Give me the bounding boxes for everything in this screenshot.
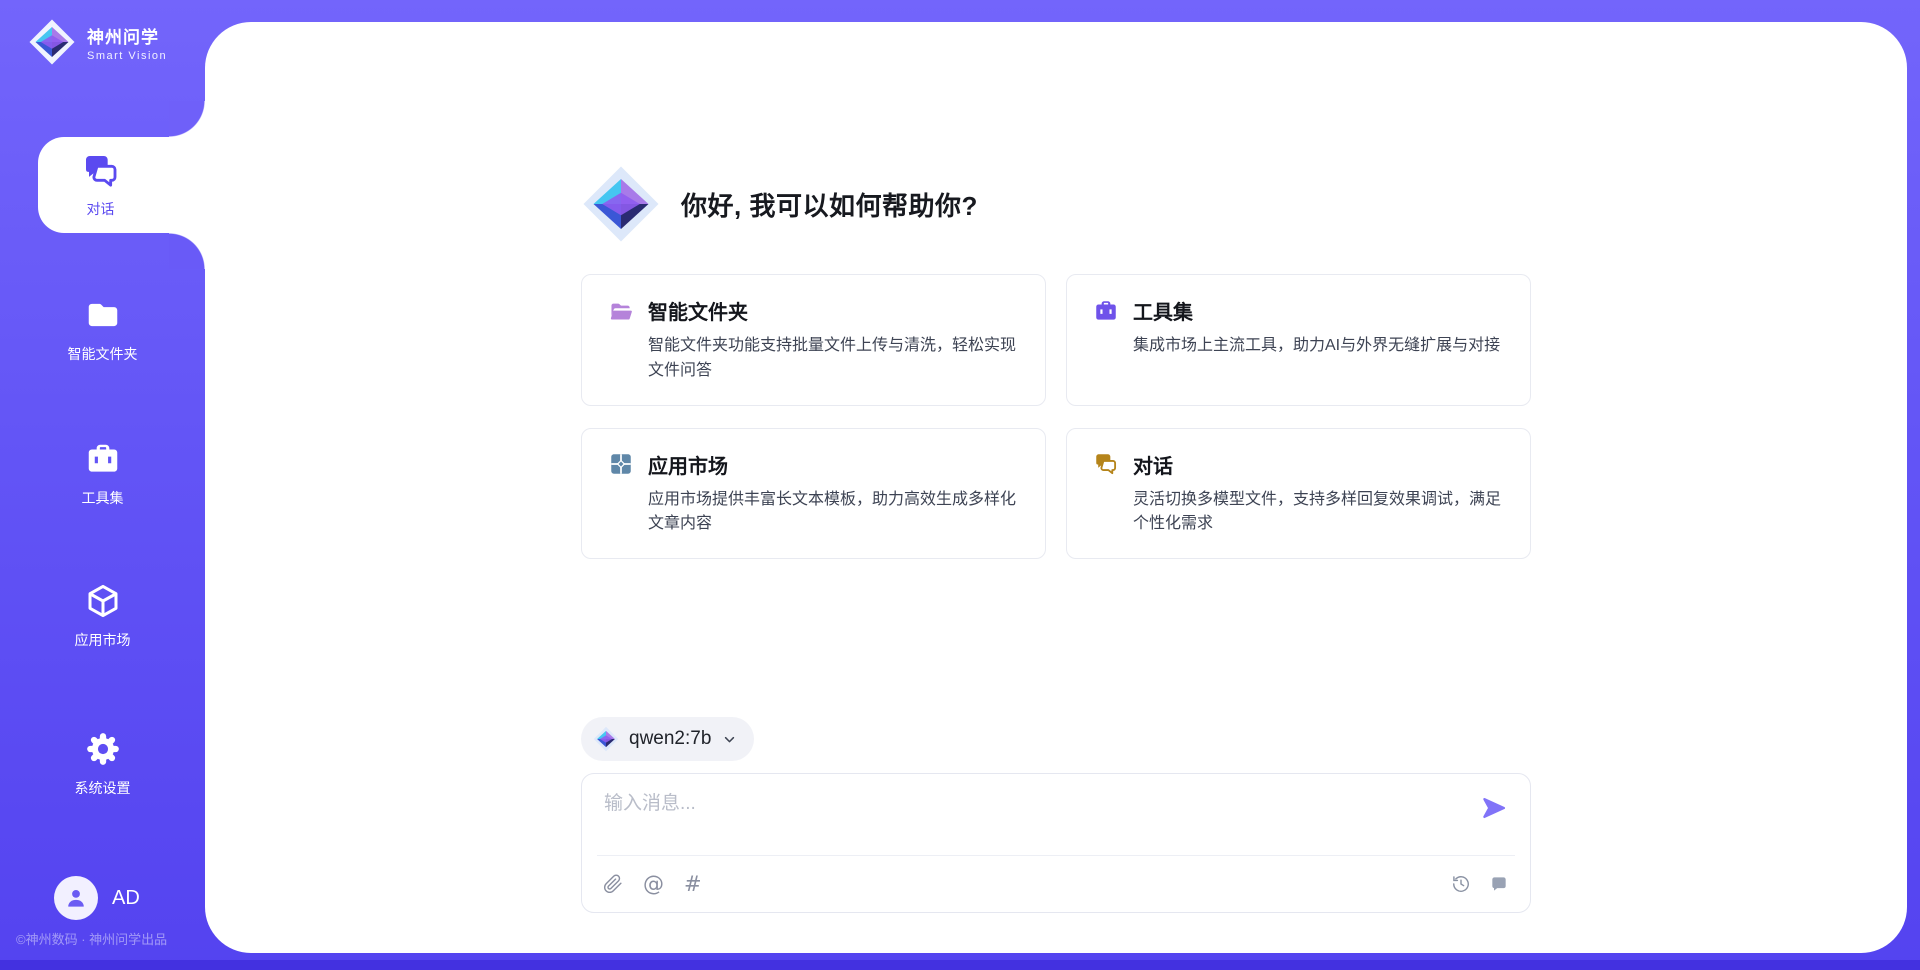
bottom-strip — [0, 960, 1920, 970]
card-description: 智能文件夹功能支持批量文件上传与清洗，轻松实现文件问答 — [648, 334, 1019, 384]
sidebar-item-label: 对话 — [87, 199, 115, 219]
model-selector[interactable]: qwen2:7b — [581, 717, 754, 761]
sidebar-item-label: 系统设置 — [75, 778, 131, 798]
hashtag-icon[interactable]: # — [684, 874, 702, 895]
chat-duo-icon — [1093, 451, 1119, 477]
gear-icon — [84, 730, 122, 768]
copyright-footer: ©神州数码 · 神州问学出品 — [16, 929, 167, 948]
sidebar: 神州问学 Smart Vision 对话 智能文件夹 工具集 应用市场 系统设置… — [0, 0, 205, 970]
send-plane-icon — [1480, 794, 1508, 822]
card-title: 对话 — [1133, 450, 1173, 479]
card-smart-folder[interactable]: 智能文件夹 智能文件夹功能支持批量文件上传与清洗，轻松实现文件问答 — [581, 274, 1046, 406]
brand-logo: 神州问学 Smart Vision — [28, 18, 167, 66]
user-initials: AD — [112, 887, 140, 910]
chat-duo-icon — [81, 151, 121, 191]
brand-diamond-icon — [581, 164, 661, 244]
card-app-market[interactable]: 应用市场 应用市场提供丰富长文本模板，助力高效生成多样化文章内容 — [581, 428, 1046, 560]
brand-subtitle: Smart Vision — [87, 50, 167, 62]
message-composer: @ # — [581, 773, 1531, 913]
card-head: 应用市场 — [608, 450, 1019, 479]
card-head: 智能文件夹 — [608, 296, 1019, 325]
person-icon — [63, 885, 89, 911]
toolbar-right-group — [1451, 874, 1509, 894]
message-input[interactable] — [604, 788, 1460, 850]
card-description: 应用市场提供丰富长文本模板，助力高效生成多样化文章内容 — [648, 488, 1019, 538]
main-panel: 你好, 我可以如何帮助你? 智能文件夹 智能文件夹功能支持批量文件上传与清洗，轻… — [205, 22, 1907, 953]
avatar — [54, 876, 98, 920]
card-description: 集成市场上主流工具，助力AI与外界无缝扩展与对接 — [1133, 334, 1504, 359]
sidebar-item-label: 智能文件夹 — [68, 344, 138, 364]
greeting-title: 你好, 我可以如何帮助你? — [681, 186, 978, 223]
send-button[interactable] — [1480, 794, 1508, 822]
user-account[interactable]: AD — [54, 876, 140, 920]
card-chat[interactable]: 对话 灵活切换多模型文件，支持多样回复效果调试，满足个性化需求 — [1066, 428, 1531, 560]
sidebar-item-label: 应用市场 — [75, 630, 131, 650]
greeting-row: 你好, 我可以如何帮助你? — [581, 164, 1531, 244]
brand-diamond-icon — [28, 18, 76, 66]
folder-open-icon — [608, 298, 634, 324]
feature-cards: 智能文件夹 智能文件夹功能支持批量文件上传与清洗，轻松实现文件问答 工具集 集成… — [581, 274, 1531, 559]
mention-at-icon[interactable]: @ — [643, 874, 664, 895]
brand-name: 神州问学 — [87, 23, 167, 48]
composer-toolbar: @ # — [597, 855, 1515, 912]
card-title: 应用市场 — [648, 450, 728, 479]
card-description: 灵活切换多模型文件，支持多样回复效果调试，满足个性化需求 — [1133, 488, 1504, 538]
card-head: 工具集 — [1093, 296, 1504, 325]
brand-text: 神州问学 Smart Vision — [87, 23, 167, 62]
card-toolset[interactable]: 工具集 集成市场上主流工具，助力AI与外界无缝扩展与对接 — [1066, 274, 1531, 406]
chat-bubble-icon[interactable] — [1489, 874, 1509, 894]
composer-area: qwen2:7b @ # — [581, 717, 1531, 913]
history-clock-icon[interactable] — [1451, 874, 1471, 894]
sidebar-item-toolset[interactable]: 工具集 — [0, 440, 205, 508]
card-head: 对话 — [1093, 450, 1504, 479]
folder-icon — [84, 296, 122, 334]
sidebar-item-chat[interactable]: 对话 — [38, 137, 205, 233]
sidebar-item-label: 工具集 — [82, 488, 124, 508]
briefcase-icon — [1093, 298, 1119, 324]
grid-icon — [608, 451, 634, 477]
briefcase-icon — [84, 440, 122, 478]
model-name: qwen2:7b — [629, 728, 711, 750]
card-title: 智能文件夹 — [648, 296, 748, 325]
sidebar-item-smart-folder[interactable]: 智能文件夹 — [0, 296, 205, 364]
sidebar-item-settings[interactable]: 系统设置 — [0, 730, 205, 798]
model-diamond-icon — [593, 726, 619, 752]
cube-icon — [84, 582, 122, 620]
card-title: 工具集 — [1133, 296, 1193, 325]
chevron-down-icon — [721, 731, 738, 748]
sidebar-item-app-market[interactable]: 应用市场 — [0, 582, 205, 650]
attachment-paperclip-icon[interactable] — [603, 874, 623, 894]
main-content: 你好, 我可以如何帮助你? 智能文件夹 智能文件夹功能支持批量文件上传与清洗，轻… — [205, 22, 1907, 953]
